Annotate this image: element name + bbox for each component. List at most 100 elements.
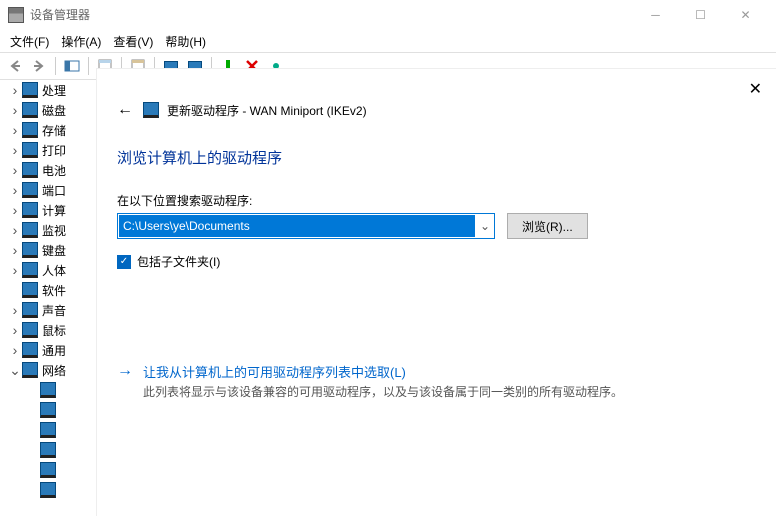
tree-label: 人体 (42, 262, 66, 279)
tree-item[interactable]: › 打印 (8, 140, 100, 160)
device-icon (22, 282, 38, 298)
maximize-button[interactable]: ☐ (678, 1, 723, 29)
adapter-icon (40, 462, 56, 478)
tree-label: 网络 (42, 362, 66, 379)
expand-icon[interactable]: › (8, 202, 22, 218)
tree-label: 计算 (42, 202, 66, 219)
tree-label: 端口 (42, 182, 66, 199)
option-desc: 此列表将显示与该设备兼容的可用驱动程序，以及与该设备属于同一类别的所有驱动程序。 (143, 383, 623, 401)
device-tree: ›处理›磁盘›存储›打印›电池›端口›计算›监视›键盘›人体软件›声音›鼠标›通… (0, 80, 100, 516)
menu-file[interactable]: 文件(F) (4, 31, 55, 52)
search-label: 在以下位置搜索驱动程序: (117, 192, 756, 209)
tree-item[interactable]: › 磁盘 (8, 100, 100, 120)
show-hide-icon[interactable] (61, 55, 83, 77)
tree-label: 软件 (42, 282, 66, 299)
adapter-icon (40, 482, 56, 498)
tree-item[interactable]: › 声音 (8, 300, 100, 320)
device-icon (22, 82, 38, 98)
expand-icon[interactable]: › (8, 242, 22, 258)
expand-icon[interactable]: › (8, 322, 22, 338)
include-subfolders-label: 包括子文件夹(I) (137, 253, 220, 270)
dialog-close-icon[interactable]: ✕ (749, 79, 762, 99)
tree-label: 打印 (42, 142, 66, 159)
device-icon (22, 362, 38, 378)
dialog-heading: 浏览计算机上的驱动程序 (117, 147, 756, 168)
tree-label: 处理 (42, 82, 66, 99)
close-button[interactable]: ✕ (723, 1, 768, 29)
tree-label: 监视 (42, 222, 66, 239)
expand-icon[interactable]: › (8, 302, 22, 318)
tree-item[interactable] (8, 440, 100, 460)
adapter-icon (40, 402, 56, 418)
tree-item[interactable] (8, 380, 100, 400)
device-icon (22, 222, 38, 238)
device-icon (22, 182, 38, 198)
tree-item[interactable]: › 监视 (8, 220, 100, 240)
dialog-title: 更新驱动程序 - WAN Miniport (IKEv2) (167, 102, 367, 119)
tree-label: 鼠标 (42, 322, 66, 339)
tree-item[interactable]: › 鼠标 (8, 320, 100, 340)
device-icon (22, 322, 38, 338)
device-icon (22, 302, 38, 318)
update-driver-dialog: ✕ ← 更新驱动程序 - WAN Miniport (IKEv2) 浏览计算机上… (96, 68, 776, 516)
titlebar: 设备管理器 ─ ☐ ✕ (0, 0, 776, 30)
tree-item[interactable]: ›存储 (8, 120, 100, 140)
menu-help[interactable]: 帮助(H) (159, 31, 212, 52)
menu-action[interactable]: 操作(A) (55, 31, 107, 52)
include-subfolders-checkbox[interactable]: ✓ (117, 255, 131, 269)
tree-label: 电池 (42, 162, 66, 179)
path-combobox[interactable]: ⌄ (117, 213, 495, 239)
tree-item[interactable]: › 人体 (8, 260, 100, 280)
menubar: 文件(F) 操作(A) 查看(V) 帮助(H) (0, 30, 776, 52)
tree-item[interactable]: › 电池 (8, 160, 100, 180)
expand-icon[interactable]: › (8, 262, 22, 278)
menu-view[interactable]: 查看(V) (107, 31, 159, 52)
adapter-icon (143, 102, 159, 118)
devmgr-icon (8, 7, 24, 23)
device-icon (22, 102, 38, 118)
minimize-button[interactable]: ─ (633, 1, 678, 29)
tree-item[interactable]: › 处理 (8, 80, 100, 100)
expand-icon[interactable]: › (8, 222, 22, 238)
chevron-down-icon[interactable]: ⌄ (476, 219, 494, 233)
expand-icon[interactable]: › (8, 182, 22, 198)
expand-icon[interactable]: ⌄ (8, 362, 22, 379)
expand-icon[interactable]: › (8, 82, 22, 98)
tree-item[interactable]: › 通用 (8, 340, 100, 360)
adapter-icon (40, 442, 56, 458)
expand-icon[interactable]: › (8, 342, 22, 358)
device-icon (22, 242, 38, 258)
tree-label: 通用 (42, 342, 66, 359)
pick-from-list-option[interactable]: → 让我从计算机上的可用驱动程序列表中选取(L) 此列表将显示与该设备兼容的可用… (117, 362, 756, 401)
back-icon[interactable] (4, 55, 26, 77)
adapter-icon (40, 382, 56, 398)
expand-icon[interactable]: › (8, 102, 22, 118)
expand-icon[interactable]: › (8, 122, 22, 138)
tree-label: 磁盘 (42, 102, 66, 119)
arrow-right-icon: → (117, 362, 133, 401)
expand-icon[interactable]: › (8, 162, 22, 178)
window-title: 设备管理器 (30, 6, 633, 23)
tree-item[interactable] (8, 400, 100, 420)
tree-label: 声音 (42, 302, 66, 319)
expand-icon[interactable]: › (8, 142, 22, 158)
device-icon (22, 342, 38, 358)
forward-icon[interactable] (28, 55, 50, 77)
browse-button[interactable]: 浏览(R)... (507, 213, 588, 239)
dialog-back-icon[interactable]: ← (117, 101, 133, 119)
tree-item[interactable]: › 计算 (8, 200, 100, 220)
tree-item[interactable]: ⌄ 网络 (8, 360, 100, 380)
path-input[interactable] (119, 215, 475, 237)
device-icon (22, 202, 38, 218)
tree-item[interactable]: 软件 (8, 280, 100, 300)
option-title: 让我从计算机上的可用驱动程序列表中选取(L) (143, 362, 623, 381)
tree-item[interactable]: › 键盘 (8, 240, 100, 260)
adapter-icon (40, 422, 56, 438)
device-icon (22, 122, 38, 138)
device-icon (22, 142, 38, 158)
tree-item[interactable] (8, 460, 100, 480)
tree-item[interactable] (8, 480, 100, 500)
tree-label: 键盘 (42, 242, 66, 259)
tree-item[interactable] (8, 420, 100, 440)
tree-item[interactable]: › 端口 (8, 180, 100, 200)
